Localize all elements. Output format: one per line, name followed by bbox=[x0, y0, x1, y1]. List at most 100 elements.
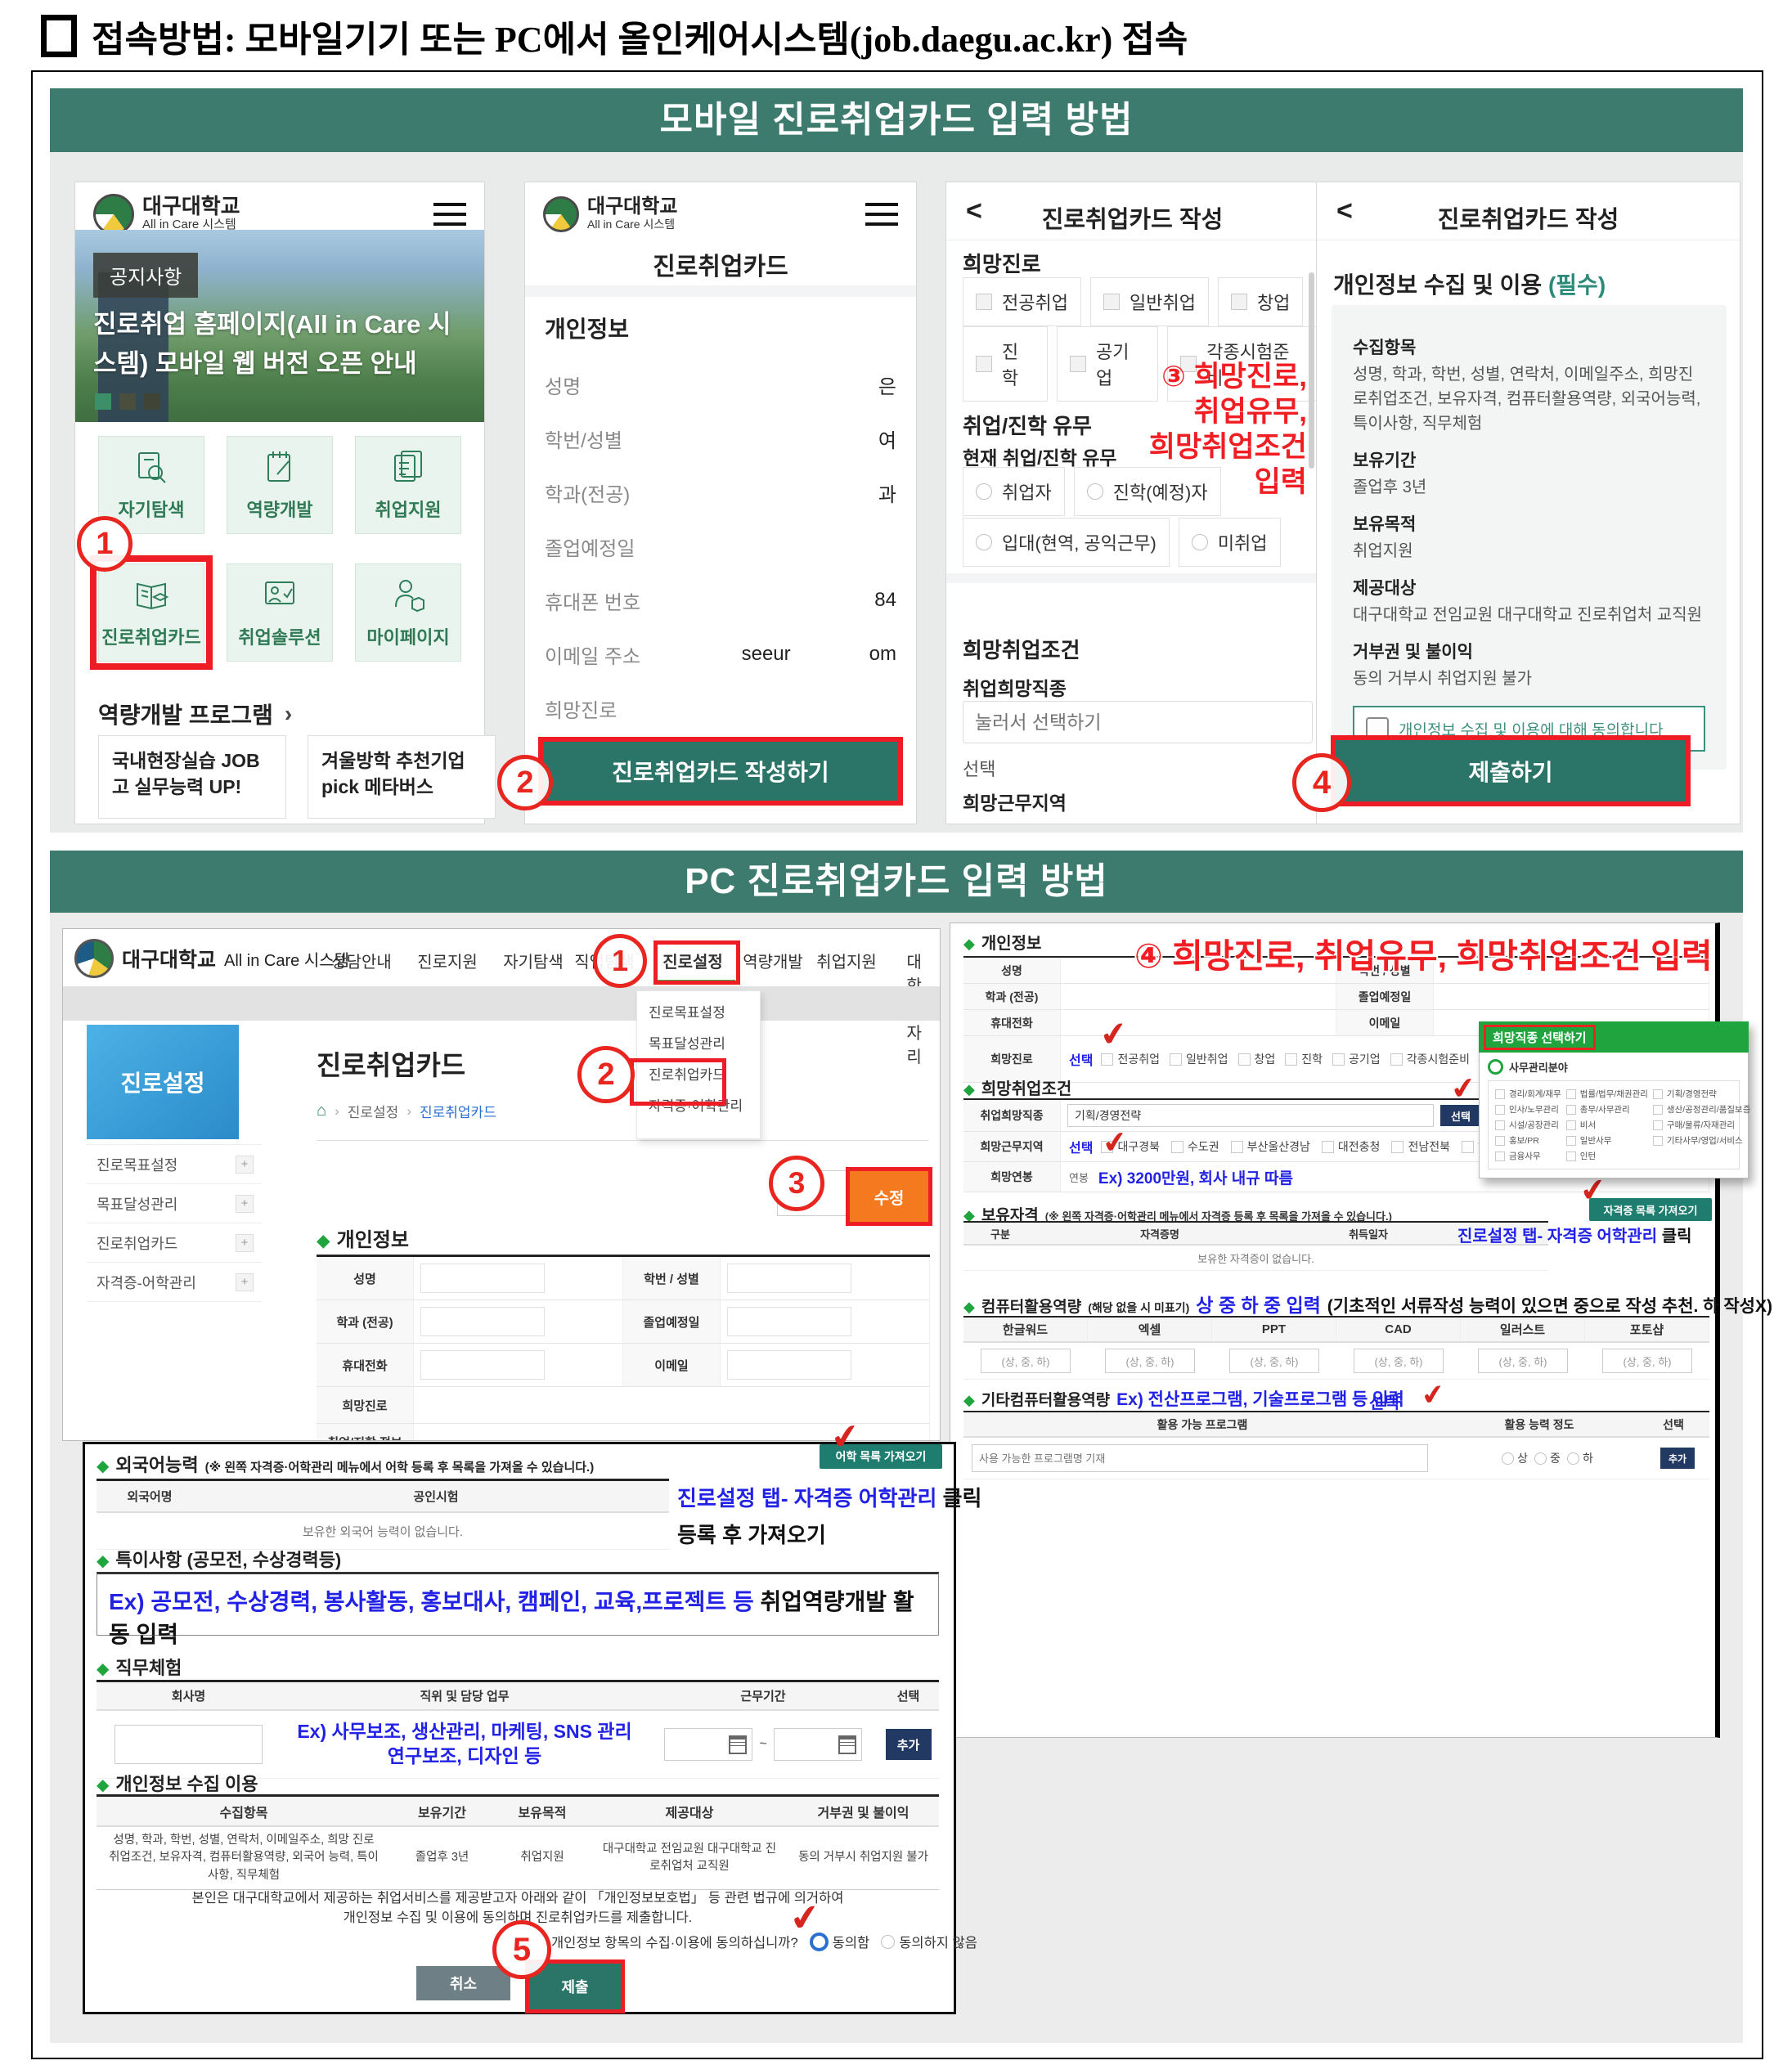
popup-option-checkbox[interactable]: 경리/회계/재무 bbox=[1495, 1088, 1561, 1100]
level-radio[interactable]: 중 bbox=[1534, 1450, 1561, 1466]
write-card-button[interactable]: 진로취업카드 작성하기 bbox=[543, 742, 898, 801]
dropdown-item[interactable]: 진로목표설정 bbox=[637, 998, 760, 1029]
level-radio[interactable]: 상 bbox=[1502, 1450, 1528, 1466]
sidebar-item[interactable]: 목표달성관리 + bbox=[87, 1184, 262, 1223]
tile-my-page[interactable]: 마이페이지 bbox=[355, 563, 461, 662]
add-button[interactable]: 추가 bbox=[1660, 1448, 1695, 1469]
program-card[interactable]: 국내현장실습 JOB 고 실무능력 UP! bbox=[98, 735, 286, 819]
nav-item[interactable]: 취업지원 bbox=[816, 949, 877, 972]
breadcrumb-item-current[interactable]: 진로취업카드 bbox=[420, 1101, 496, 1121]
popup-option-checkbox[interactable]: 구매/물류/자재관리 bbox=[1653, 1119, 1750, 1131]
popup-option-checkbox[interactable]: 시설/공장관리 bbox=[1495, 1119, 1561, 1131]
empty-input[interactable] bbox=[727, 1350, 851, 1380]
plus-icon[interactable]: + bbox=[236, 1195, 254, 1213]
skill-level-input[interactable]: (상, 중, 하) bbox=[1354, 1349, 1444, 1373]
status-radio[interactable]: 취업자 bbox=[963, 467, 1065, 516]
company-input[interactable] bbox=[115, 1725, 263, 1764]
program-input[interactable] bbox=[972, 1444, 1428, 1472]
hamburger-menu-icon[interactable] bbox=[433, 203, 466, 226]
hero-banner[interactable]: 공지사항 진로취업 홈페이지(All in Care 시스템) 모바일 웹 버전… bbox=[75, 230, 484, 422]
empty-input[interactable] bbox=[420, 1307, 545, 1336]
plus-icon[interactable]: + bbox=[236, 1234, 254, 1252]
empty-input[interactable] bbox=[727, 1307, 851, 1336]
popup-option-checkbox[interactable]: 일반사무 bbox=[1566, 1134, 1648, 1147]
dropdown-item[interactable]: 목표달성관리 bbox=[637, 1029, 760, 1060]
sidebar-item[interactable]: 진로목표설정 + bbox=[87, 1145, 262, 1184]
nav-item[interactable]: 진로지원 bbox=[417, 949, 478, 972]
hope-option-checkbox[interactable]: 전공취업 bbox=[963, 277, 1081, 326]
level-radio[interactable]: 하 bbox=[1567, 1450, 1593, 1466]
status-radio[interactable]: 미취업 bbox=[1179, 518, 1281, 567]
job-type-input[interactable] bbox=[963, 701, 1313, 743]
empty-input[interactable] bbox=[727, 1264, 851, 1293]
tile-capability-development[interactable]: 역량개발 bbox=[227, 436, 333, 534]
popup-option-checkbox[interactable]: 인턴 bbox=[1566, 1150, 1648, 1162]
skill-level-input[interactable]: (상, 중, 하) bbox=[1602, 1349, 1692, 1373]
nav-item[interactable]: 역량개발 bbox=[743, 949, 803, 972]
status-radio[interactable]: 입대(현역, 공익근무) bbox=[963, 518, 1170, 567]
hope-option-checkbox[interactable]: 공기업 bbox=[1332, 1051, 1381, 1067]
skill-level-input[interactable]: (상, 중, 하) bbox=[981, 1349, 1071, 1373]
add-button[interactable]: 추가 bbox=[886, 1729, 932, 1760]
popup-option-checkbox[interactable]: 인사/노무관리 bbox=[1495, 1103, 1561, 1116]
hope-option-checkbox[interactable]: 창업 bbox=[1238, 1051, 1276, 1067]
hope-option-checkbox[interactable]: 공기업 bbox=[1057, 326, 1158, 402]
breadcrumb-item[interactable]: 진로설정 bbox=[348, 1101, 399, 1121]
sidebar-item[interactable]: 진로취업카드 + bbox=[87, 1223, 262, 1263]
popup-option-checkbox[interactable]: 기획/경영전략 bbox=[1653, 1088, 1750, 1100]
plus-icon[interactable]: + bbox=[236, 1156, 254, 1174]
submit-button[interactable]: 제출하기 bbox=[1336, 740, 1686, 801]
job-select-button[interactable]: 선택 bbox=[1440, 1105, 1481, 1126]
popup-option-checkbox[interactable]: 기타사무/영업/서비스 bbox=[1653, 1134, 1750, 1147]
date-from-input[interactable] bbox=[664, 1728, 752, 1761]
hamburger-menu-icon[interactable] bbox=[865, 203, 898, 226]
nav-item[interactable]: 상담안내 bbox=[331, 949, 392, 972]
region-option-checkbox[interactable]: 대전충청 bbox=[1322, 1138, 1381, 1155]
date-to-input[interactable] bbox=[774, 1728, 862, 1761]
skill-level-input[interactable]: (상, 중, 하) bbox=[1478, 1349, 1568, 1373]
presentation-person-icon bbox=[261, 576, 299, 613]
hope-option-checkbox[interactable]: 진학 bbox=[1285, 1051, 1323, 1067]
region-option-checkbox[interactable]: 수도권 bbox=[1171, 1138, 1219, 1155]
calendar-icon[interactable] bbox=[729, 1735, 747, 1754]
empty-input[interactable] bbox=[420, 1350, 545, 1380]
skill-level-input[interactable]: (상, 중, 하) bbox=[1229, 1349, 1319, 1373]
popup-option-checkbox[interactable]: 비서 bbox=[1566, 1119, 1648, 1131]
home-icon[interactable]: ⌂ bbox=[317, 1102, 326, 1120]
tile-employment-solution[interactable]: 취업솔루션 bbox=[227, 563, 333, 662]
section-title: 개인정보 bbox=[545, 312, 629, 344]
region-option-checkbox[interactable]: 전남전북 bbox=[1391, 1138, 1450, 1155]
hope-option-checkbox[interactable]: 창업 bbox=[1218, 277, 1303, 326]
hope-option-checkbox[interactable]: 일반취업 bbox=[1090, 277, 1209, 326]
submit-button[interactable]: 제출 bbox=[529, 1964, 621, 2009]
chevron-right-icon[interactable]: › bbox=[285, 701, 292, 727]
hope-option-checkbox[interactable]: 진학 bbox=[963, 326, 1048, 402]
special-textarea[interactable]: Ex) 공모전, 수상경력, 봉사활동, 홍보대사, 캠페인, 교육,프로젝트 … bbox=[97, 1572, 939, 1636]
hope-option-checkbox[interactable]: 각종시험준비 bbox=[1390, 1051, 1470, 1067]
carousel-dots[interactable] bbox=[95, 393, 160, 410]
edit-button[interactable]: 수정 bbox=[850, 1171, 928, 1222]
calendar-icon[interactable] bbox=[838, 1735, 856, 1754]
sidebar-item[interactable]: 자격증-어학관리 + bbox=[87, 1263, 262, 1302]
tile-employment-support[interactable]: 취업지원 bbox=[355, 436, 461, 534]
nav-item[interactable]: 자기탐색 bbox=[503, 949, 564, 972]
region-option-checkbox[interactable]: 부산울산경남 bbox=[1231, 1138, 1310, 1155]
popup-option-checkbox[interactable]: 금융사무 bbox=[1495, 1150, 1561, 1162]
hope-option-checkbox[interactable]: 일반취업 bbox=[1170, 1051, 1228, 1067]
popup-option-checkbox[interactable]: 홍보/PR bbox=[1495, 1134, 1561, 1147]
checkbox-icon bbox=[976, 294, 992, 310]
popup-option-checkbox[interactable]: 생산/공정관리/품질보증 bbox=[1653, 1103, 1750, 1116]
tile-career-employment-card[interactable]: 진로취업카드 bbox=[98, 563, 204, 662]
empty-input[interactable] bbox=[420, 1264, 545, 1293]
cancel-button[interactable]: 취소 bbox=[416, 1966, 510, 2000]
section-diamond-icon: ◆ bbox=[97, 1659, 109, 1679]
hope-option-checkbox[interactable]: 전공취업 bbox=[1101, 1051, 1160, 1067]
scrollbar[interactable] bbox=[1309, 272, 1314, 469]
program-card[interactable]: 겨울방학 추천기업 pick 메타버스 bbox=[308, 735, 496, 819]
popup-option-checkbox[interactable]: 총무/사무관리 bbox=[1566, 1103, 1648, 1116]
plus-icon[interactable]: + bbox=[236, 1273, 254, 1291]
skill-level-input[interactable]: (상, 중, 하) bbox=[1105, 1349, 1195, 1373]
popup-option-checkbox[interactable]: 법률/법무/채권관리 bbox=[1566, 1088, 1648, 1100]
popup-category-radio[interactable]: 사무관리분야 bbox=[1488, 1059, 1740, 1075]
disagree-radio[interactable]: 동의하지 않음 bbox=[881, 1932, 977, 1951]
